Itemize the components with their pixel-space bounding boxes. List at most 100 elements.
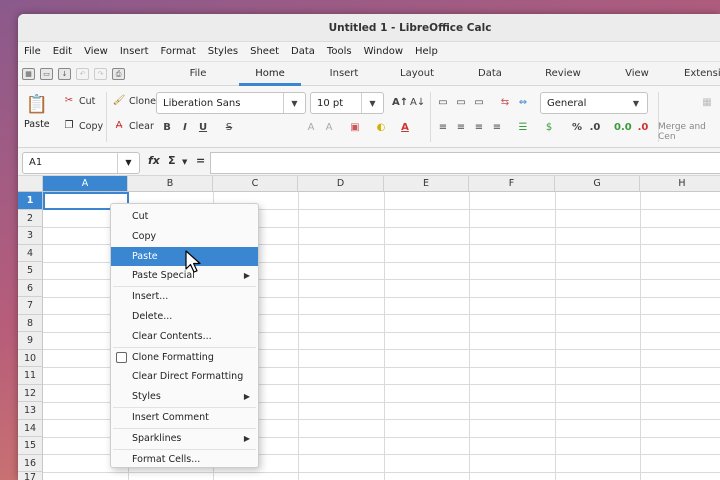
column-header-h[interactable]: H: [640, 176, 720, 192]
align-middle-icon[interactable]: ▭: [454, 96, 468, 110]
conditional-icon[interactable]: ☰: [516, 121, 530, 135]
row-header-15[interactable]: 15: [18, 437, 43, 455]
menu-styles[interactable]: Styles: [208, 46, 238, 57]
new-document-icon[interactable]: ▦: [22, 67, 35, 80]
row-header-2[interactable]: 2: [18, 209, 43, 227]
name-box[interactable]: A1 ▼: [22, 152, 140, 174]
chevron-down-icon[interactable]: ▼: [283, 93, 305, 113]
percent-button[interactable]: %: [570, 121, 584, 135]
row-header-12[interactable]: 12: [18, 384, 43, 402]
merge-icon[interactable]: ⇔: [516, 96, 530, 110]
menu-data[interactable]: Data: [291, 46, 315, 57]
row-header-4[interactable]: 4: [18, 244, 43, 262]
font-color-icon[interactable]: A: [398, 121, 412, 135]
align-right-icon[interactable]: ≡: [472, 121, 486, 135]
row-header-10[interactable]: 10: [18, 349, 43, 367]
tab-file[interactable]: File: [180, 62, 216, 86]
chevron-down-icon[interactable]: ▼: [182, 158, 187, 166]
menu-item-styles[interactable]: Styles ▶: [111, 387, 258, 407]
menu-edit[interactable]: Edit: [53, 46, 72, 57]
row-header-11[interactable]: 11: [18, 367, 43, 385]
remove-decimal-icon[interactable]: .0: [636, 121, 650, 135]
italic-button[interactable]: I: [178, 121, 192, 135]
merge-cells-icon[interactable]: ▦: [700, 96, 714, 110]
menu-item-clear-contents[interactable]: Clear Contents...: [111, 327, 258, 347]
number-format-combo[interactable]: General ▼: [540, 92, 648, 114]
paste-button[interactable]: 📋 Paste: [24, 94, 50, 130]
shrink-font-icon[interactable]: A↓: [410, 96, 425, 110]
menu-item-insert[interactable]: Insert...: [111, 287, 258, 307]
font-name-combo[interactable]: Liberation Sans ▼: [156, 92, 306, 114]
formula-input[interactable]: [210, 152, 720, 174]
menu-item-clear-direct-formatting[interactable]: Clear Direct Formatting: [111, 367, 258, 387]
menu-item-delete[interactable]: Delete...: [111, 307, 258, 327]
row-header-17[interactable]: 17: [18, 472, 43, 480]
strikethrough-button[interactable]: S: [222, 121, 236, 135]
undo-icon[interactable]: ↶: [76, 67, 89, 80]
menu-item-copy[interactable]: Copy: [111, 227, 258, 247]
redo-icon[interactable]: ↷: [94, 67, 107, 80]
menu-item-insert-comment[interactable]: Insert Comment: [111, 408, 258, 428]
underline-button[interactable]: U: [196, 121, 210, 135]
grow-font-icon[interactable]: A↑: [392, 96, 408, 110]
add-decimal-icon[interactable]: 0.0: [614, 121, 632, 135]
menu-window[interactable]: Window: [364, 46, 403, 57]
wrap-text-icon[interactable]: ⇆: [498, 96, 512, 110]
row-header-5[interactable]: 5: [18, 262, 43, 280]
column-header-e[interactable]: E: [384, 176, 469, 192]
formula-icon[interactable]: =: [196, 154, 205, 167]
menu-tools[interactable]: Tools: [327, 46, 352, 57]
tab-home[interactable]: Home: [239, 62, 301, 86]
row-header-16[interactable]: 16: [18, 454, 43, 472]
menu-file[interactable]: File: [24, 46, 41, 57]
chevron-down-icon[interactable]: ▼: [117, 153, 139, 173]
cut-button[interactable]: ✂ Cut: [62, 94, 96, 108]
row-header-13[interactable]: 13: [18, 402, 43, 420]
menu-sheet[interactable]: Sheet: [250, 46, 279, 57]
menu-format[interactable]: Format: [161, 46, 196, 57]
open-folder-icon[interactable]: ▭: [40, 67, 53, 80]
row-header-3[interactable]: 3: [18, 227, 43, 245]
menu-item-format-cells[interactable]: Format Cells...: [111, 450, 258, 470]
merge-center-label[interactable]: Merge and Cen: [658, 122, 720, 142]
chevron-down-icon[interactable]: ▼: [625, 93, 647, 113]
row-header-6[interactable]: 6: [18, 279, 43, 297]
tab-layout[interactable]: Layout: [396, 62, 438, 86]
clear-button[interactable]: A̶ Clear: [112, 119, 154, 133]
tab-extensions[interactable]: Extensi: [684, 62, 720, 86]
shadow-icon[interactable]: A: [304, 121, 318, 135]
justify-icon[interactable]: ≡: [490, 121, 504, 135]
select-all-corner[interactable]: [18, 176, 43, 192]
column-header-d[interactable]: D: [298, 176, 384, 192]
chevron-down-icon[interactable]: ▼: [361, 93, 383, 113]
checkbox-icon[interactable]: [116, 351, 127, 363]
copy-button[interactable]: ❐ Copy: [62, 119, 104, 133]
align-left-icon[interactable]: ≡: [436, 121, 450, 135]
menu-item-sparklines[interactable]: Sparklines ▶: [111, 429, 258, 449]
row-header-14[interactable]: 14: [18, 419, 43, 437]
column-header-b[interactable]: B: [128, 176, 213, 192]
menu-item-clone-formatting[interactable]: Clone Formatting: [111, 348, 258, 368]
tab-data[interactable]: Data: [474, 62, 506, 86]
menu-item-cut[interactable]: Cut: [111, 207, 258, 227]
align-center-icon[interactable]: ≡: [454, 121, 468, 135]
column-header-f[interactable]: F: [469, 176, 555, 192]
align-bottom-icon[interactable]: ▭: [472, 96, 486, 110]
borders-icon[interactable]: ▣: [348, 121, 362, 135]
menu-insert[interactable]: Insert: [120, 46, 149, 57]
row-header-7[interactable]: 7: [18, 297, 43, 315]
row-header-8[interactable]: 8: [18, 314, 43, 332]
column-header-g[interactable]: G: [555, 176, 640, 192]
tab-view[interactable]: View: [622, 62, 652, 86]
column-header-a[interactable]: A: [43, 176, 128, 192]
align-top-icon[interactable]: ▭: [436, 96, 450, 110]
menu-view[interactable]: View: [84, 46, 108, 57]
row-header-1[interactable]: 1: [18, 192, 43, 210]
function-wizard-icon[interactable]: fx: [148, 154, 160, 167]
menu-help[interactable]: Help: [415, 46, 438, 57]
row-header-9[interactable]: 9: [18, 332, 43, 350]
decimal-button[interactable]: .0: [588, 121, 602, 135]
font-size-combo[interactable]: 10 pt ▼: [310, 92, 384, 114]
currency-icon[interactable]: $: [542, 121, 556, 135]
bold-button[interactable]: B: [160, 121, 174, 135]
